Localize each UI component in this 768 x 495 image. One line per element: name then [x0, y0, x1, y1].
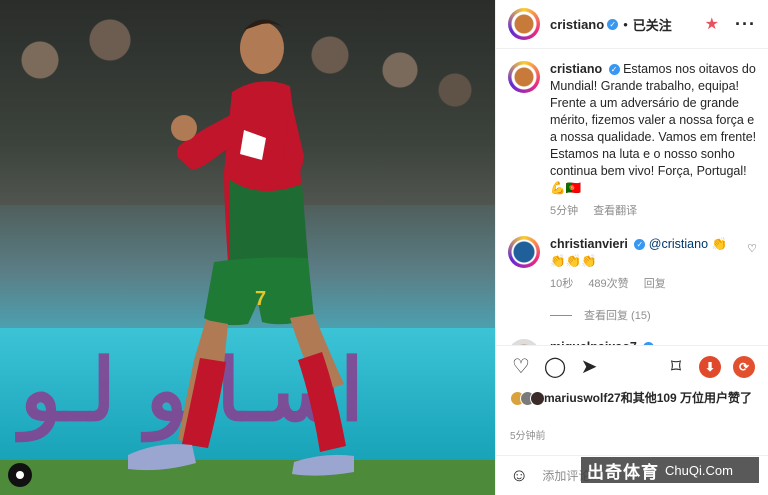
action-bar: ♡ ◯ ➤ ⌑ ⬇ ⟳ — [496, 345, 768, 387]
watermark-cn: 出奇体育 — [587, 462, 659, 482]
favorite-star-icon[interactable]: ★ — [705, 14, 719, 34]
comment-icon[interactable]: ◯ — [544, 356, 566, 378]
post-photo[interactable]: اسـالو لـو 7 — [0, 0, 495, 495]
likes-summary[interactable]: mariuswolf27和其他109 万位用户赞了 — [510, 390, 760, 406]
author-username[interactable]: cristiano — [550, 17, 604, 32]
bookmark-icon[interactable]: ⌑ — [665, 356, 687, 378]
replies-line — [550, 314, 572, 316]
caption-row: cristiano ✓ Estamos nos oitavos do Mundi… — [508, 61, 757, 220]
likes-rest[interactable]: 和其他109 万位用户赞了 — [621, 391, 752, 405]
caption-author-username[interactable]: cristiano — [550, 62, 602, 76]
watermark: 出奇体育 ChuQi.Com — [581, 457, 759, 483]
emoji-icon[interactable]: ☺ — [510, 465, 528, 486]
likes-user[interactable]: mariuswolf27 — [544, 391, 621, 405]
post-side-panel: cristiano ✓ • 已关注 ★ ··· cristiano ✓ Esta… — [495, 0, 768, 495]
author-avatar[interactable] — [508, 8, 540, 40]
comment-mention[interactable]: @cristiano — [649, 237, 708, 251]
caption-author-avatar[interactable] — [508, 61, 540, 93]
separator-dot: • — [623, 16, 628, 32]
comments-list[interactable]: cristiano ✓ Estamos nos oitavos do Mundi… — [496, 49, 768, 345]
heart-icon[interactable]: ♡ — [510, 356, 532, 378]
download-icon[interactable]: ⬇ — [699, 355, 721, 378]
view-replies-link[interactable]: 查看回复 (15) — [550, 307, 757, 323]
caption-text: Estamos nos oitavos do Mundial! Grande t… — [550, 62, 757, 195]
share-icon[interactable]: ➤ — [578, 356, 600, 378]
tagged-user-icon[interactable] — [8, 463, 32, 487]
comment-likes[interactable]: 489次赞 — [588, 278, 628, 290]
comment-time: 10秒 — [550, 278, 574, 290]
commenter-avatar[interactable] — [508, 236, 540, 268]
comment-row: christianvieri ✓ @cristiano 👏👏👏👏 10秒 489… — [508, 236, 757, 293]
svg-text:7: 7 — [255, 288, 266, 310]
follow-button[interactable]: 已关注 — [633, 15, 672, 34]
see-translation-link[interactable]: 查看翻译 — [593, 205, 637, 217]
comment-like-heart-icon[interactable]: ♡ — [747, 242, 757, 293]
reply-link[interactable]: 回复 — [644, 278, 666, 290]
commenter-username[interactable]: christianvieri — [550, 237, 628, 251]
verified-badge-icon: ✓ — [634, 239, 646, 250]
verified-badge-icon: ✓ — [607, 18, 619, 30]
caption-time: 5分钟 — [550, 205, 579, 217]
more-options-icon[interactable]: ··· — [735, 14, 756, 35]
post-header: cristiano ✓ • 已关注 ★ ··· — [496, 0, 768, 49]
player-figure: 7 — [128, 19, 354, 476]
liker-avatars — [510, 391, 545, 406]
post-time: 5分钟前 — [510, 431, 546, 442]
liker-avatar — [530, 391, 545, 406]
refresh-icon[interactable]: ⟳ — [733, 355, 755, 378]
watermark-en: ChuQi.Com — [665, 462, 733, 478]
view-replies-label: 查看回复 (15) — [584, 310, 651, 322]
verified-badge-icon: ✓ — [608, 64, 620, 75]
